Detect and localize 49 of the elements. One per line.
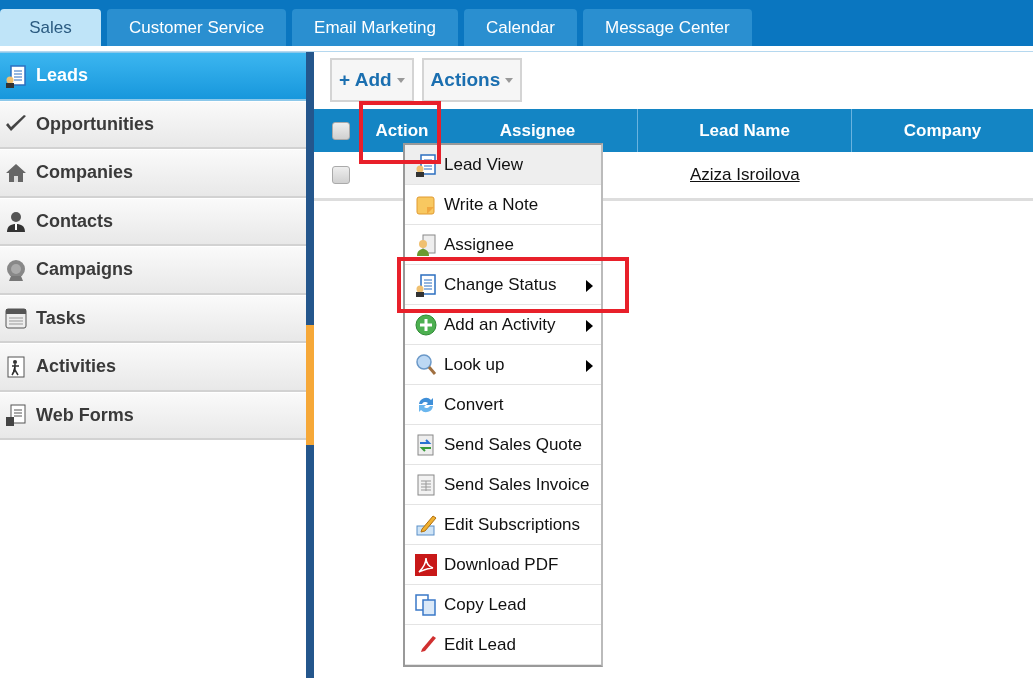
menu-item[interactable]: Write a Note [405, 185, 601, 225]
lead-name-link[interactable]: Aziza Isroilova [690, 162, 800, 188]
sidebar-item[interactable]: Tasks [0, 294, 306, 343]
sidebar-item[interactable]: Web Forms [0, 391, 306, 440]
tab[interactable]: Calendar [464, 9, 577, 46]
menu-item[interactable]: Add an Activity [405, 305, 601, 345]
splitter-handle[interactable] [306, 325, 314, 445]
menu-item[interactable]: Download PDF [405, 545, 601, 585]
menu-item[interactable]: Copy Lead [405, 585, 601, 625]
sheet-icon [414, 472, 438, 497]
list-icon [4, 306, 28, 331]
plus-circle-icon [414, 312, 438, 337]
pdf-icon [414, 552, 438, 577]
person-document-icon [4, 63, 28, 88]
menu-item[interactable]: Send Sales Quote [405, 425, 601, 465]
caret-icon [505, 78, 514, 84]
forms-icon [4, 403, 28, 428]
sidebar-item[interactable]: Activities [0, 343, 306, 392]
sidebar-item[interactable]: Campaigns [0, 246, 306, 295]
sidebar-item[interactable]: Contacts [0, 197, 306, 246]
sidebar-item[interactable]: Companies [0, 149, 306, 198]
person-icon [4, 209, 28, 234]
tab[interactable]: Sales [0, 9, 101, 46]
menu-item[interactable]: Look up [405, 345, 601, 385]
sidebar-item[interactable]: Opportunities [0, 100, 306, 149]
person-page-icon [414, 232, 438, 257]
person-document-icon [414, 272, 438, 297]
menu-item[interactable]: Edit Lead [405, 625, 601, 665]
tab[interactable]: Email Marketing [292, 9, 458, 46]
column-header[interactable]: Lead Name [637, 109, 851, 152]
copy-icon [414, 592, 438, 617]
menu-item[interactable]: Change Status [405, 265, 601, 305]
menu-item[interactable]: Edit Subscriptions [405, 505, 601, 545]
caret-icon [396, 78, 405, 84]
menu-item[interactable]: Lead View [405, 145, 601, 185]
column-header[interactable]: Company [851, 109, 1033, 152]
person-document-icon [414, 152, 438, 177]
menu-item[interactable]: Send Sales Invoice [405, 465, 601, 505]
actions-button[interactable]: Actions [421, 58, 523, 102]
figure-document-icon [4, 354, 28, 379]
tab[interactable]: Message Center [583, 9, 752, 46]
row-checkbox[interactable] [331, 166, 350, 184]
add-button[interactable]: + Add [330, 58, 414, 102]
tab[interactable]: Customer Service [107, 9, 287, 46]
magnifier-icon [414, 352, 438, 377]
badge-icon [4, 257, 28, 282]
menu-item[interactable]: Assignee [405, 225, 601, 265]
select-all-checkbox[interactable] [331, 121, 350, 140]
menu-item[interactable]: Convert [405, 385, 601, 425]
